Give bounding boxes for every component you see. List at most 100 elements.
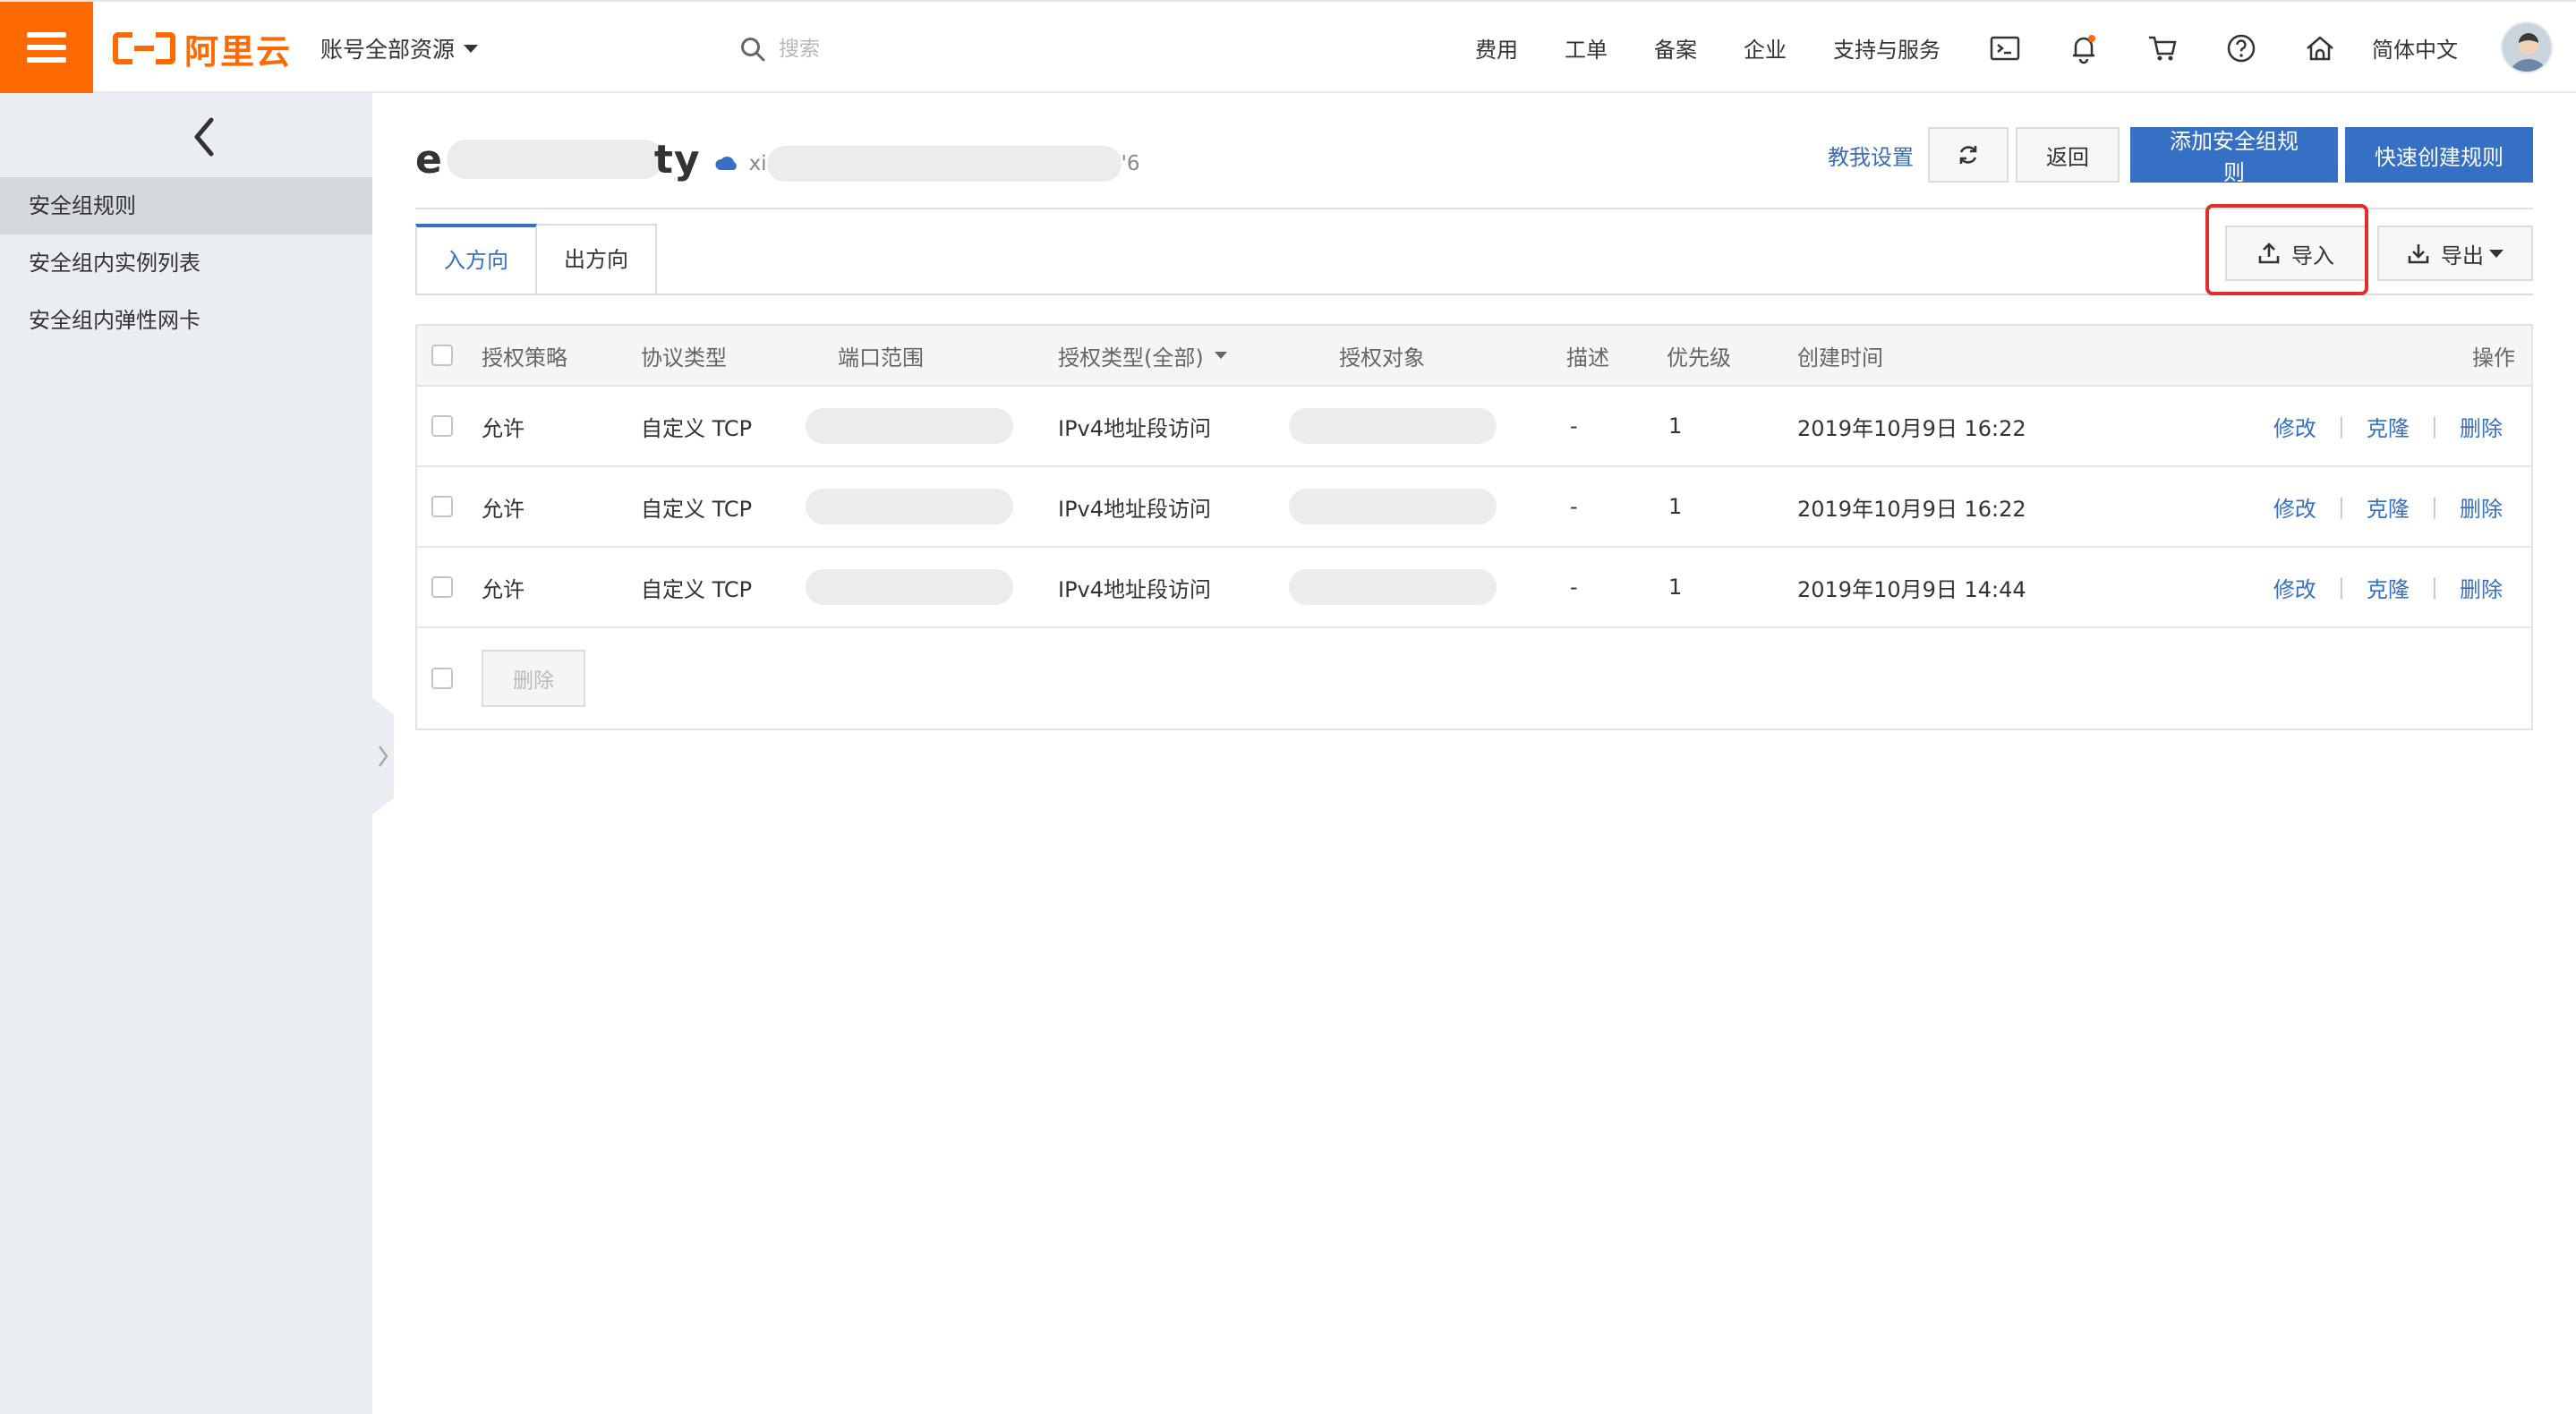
quick-create-rule-button[interactable]: 快速创建规则 [2345,127,2533,183]
rules-table: 授权策略 协议类型 端口范围 授权类型(全部) 授权对象 描述 优先级 创建时间… [415,324,2533,730]
caret-down-icon [464,44,479,53]
cell-auth-type: IPv4地址段访问 [1058,496,1212,522]
account-scope-label: 账号全部资源 [320,37,456,63]
cell-description: - [1570,413,1578,439]
redacted-port-range [806,569,1013,605]
home-icon[interactable] [2304,32,2336,64]
export-label: 导出 [2441,243,2484,268]
menu-line [27,57,66,63]
col-description: 描述 [1566,345,1609,371]
clone-link[interactable]: 克隆 [2367,572,2410,603]
back-button[interactable]: 返回 [2016,127,2120,183]
separator: | [2430,575,2438,600]
account-scope-dropdown[interactable]: 账号全部资源 [320,32,479,64]
edit-link[interactable]: 修改 [2273,411,2316,442]
search-box[interactable] [739,29,1115,70]
nav-tickets[interactable]: 工单 [1565,32,1608,64]
language-switcher[interactable]: 简体中文 [2372,32,2458,64]
row-checkbox[interactable] [431,576,453,598]
sidebar-collapse-handle[interactable] [372,698,394,814]
sidebar-item-security-group-rules[interactable]: 安全组规则 [0,177,372,234]
footer-select-all-checkbox[interactable] [431,668,453,689]
row-actions: 修改 | 克隆 | 删除 [2273,548,2503,626]
user-avatar[interactable] [2501,21,2553,73]
nav-icp-filing[interactable]: 备案 [1654,32,1697,64]
sidebar-item-instance-list[interactable]: 安全组内实例列表 [0,234,372,292]
table-row: 允许 自定义 TCP IPv4地址段访问 - 1 2019年10月9日 16:2… [417,387,2531,467]
cell-created-time: 2019年10月9日 16:22 [1797,415,2026,441]
separator: | [2430,413,2438,439]
sidebar-item-elastic-nics[interactable]: 安全组内弹性网卡 [0,292,372,349]
import-button[interactable]: 导入 [2225,226,2367,281]
search-input[interactable] [779,38,1065,61]
redacted-port-range [806,489,1013,524]
cell-description: - [1570,494,1578,519]
import-export-actions: 导入 导出 [2205,204,2533,295]
help-icon[interactable] [2225,32,2257,64]
table-header-row: 授权策略 协议类型 端口范围 授权类型(全部) 授权对象 描述 优先级 创建时间… [417,326,2531,387]
cell-description: - [1570,575,1578,600]
page-title-start: e [415,136,443,183]
nav-support[interactable]: 支持与服务 [1833,32,1941,64]
col-auth-type-label: 授权类型(全部) [1058,345,1204,371]
redacted-title [446,140,663,179]
cell-priority: 1 [1668,494,1683,519]
col-policy: 授权策略 [482,345,567,371]
edit-link[interactable]: 修改 [2273,491,2316,523]
back-chevron-icon[interactable] [186,115,222,159]
page-actions: 教我设置 返回 添加安全组规则 快速创建规则 [1828,127,2533,185]
separator: | [2337,413,2345,439]
table-footer-row: 删除 [417,628,2531,728]
col-port-range: 端口范围 [838,345,924,371]
menu-line [27,32,66,38]
menu-line [27,45,66,50]
separator: | [2337,575,2345,600]
cell-priority: 1 [1668,413,1683,439]
select-all-cell [431,326,453,385]
region-suffix: '6 [1121,152,1140,175]
cell-policy: 允许 [482,415,525,441]
notification-bell-icon[interactable] [2068,32,2100,64]
redacted-region [766,146,1122,182]
help-setup-link[interactable]: 教我设置 [1828,140,1914,171]
bulk-delete-button[interactable]: 删除 [482,650,585,707]
redacted-port-range [806,408,1013,444]
import-wrapper: 导入 [2205,204,2368,295]
export-dropdown-button[interactable]: 导出 [2377,226,2533,281]
col-auth-type-filter[interactable]: 授权类型(全部) [1058,326,1227,385]
separator: | [2430,494,2438,519]
terminal-icon[interactable] [1989,32,2021,64]
delete-link[interactable]: 删除 [2460,411,2503,442]
refresh-button[interactable] [1928,127,2009,183]
toolbar-icons [1989,32,2336,64]
nav-fees[interactable]: 费用 [1475,32,1518,64]
tab-inbound[interactable]: 入方向 [415,224,537,295]
col-auth-object: 授权对象 [1339,345,1425,371]
row-checkbox[interactable] [431,496,453,517]
edit-link[interactable]: 修改 [2273,572,2316,603]
cell-protocol: 自定义 TCP [641,496,753,522]
aliyun-logo[interactable]: 阿里云 [113,29,292,72]
col-protocol: 协议类型 [641,345,727,371]
clone-link[interactable]: 克隆 [2367,411,2410,442]
page-title-row: e ty xi '6 [415,132,1140,186]
cart-icon[interactable] [2146,32,2179,64]
redacted-auth-object [1289,408,1497,444]
cell-protocol: 自定义 TCP [641,576,753,602]
delete-link[interactable]: 删除 [2460,491,2503,523]
col-created-time: 创建时间 [1797,345,1883,371]
select-all-checkbox[interactable] [431,345,453,366]
delete-link[interactable]: 删除 [2460,572,2503,603]
row-checkbox[interactable] [431,415,453,437]
col-operations: 操作 [2472,345,2515,371]
add-security-group-rule-button[interactable]: 添加安全组规则 [2130,127,2338,185]
clone-link[interactable]: 克隆 [2367,491,2410,523]
cloud-region-icon [715,156,737,170]
tab-outbound[interactable]: 出方向 [537,224,657,295]
search-icon [741,38,765,62]
nav-enterprise[interactable]: 企业 [1744,32,1787,64]
cell-auth-type: IPv4地址段访问 [1058,415,1212,441]
row-actions: 修改 | 克隆 | 删除 [2273,467,2503,546]
hamburger-menu-button[interactable] [0,2,93,93]
table-row: 允许 自定义 TCP IPv4地址段访问 - 1 2019年10月9日 16:2… [417,467,2531,548]
